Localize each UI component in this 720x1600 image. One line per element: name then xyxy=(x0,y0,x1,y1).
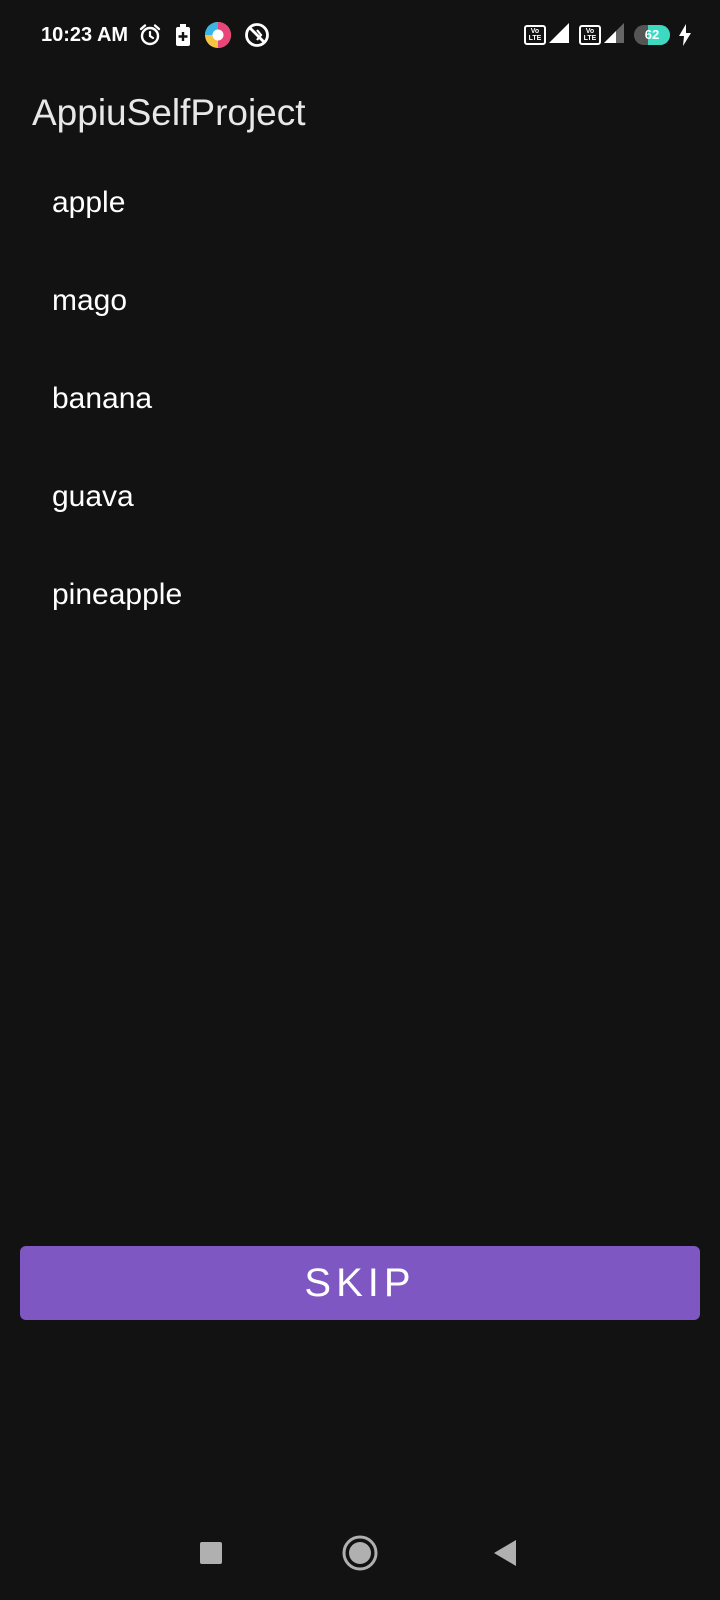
status-time: 10:23 AM xyxy=(41,23,129,46)
fruit-list: apple mago banana guava pineapple xyxy=(0,154,720,644)
recents-button[interactable] xyxy=(181,1510,241,1600)
app-bar: AppiuSelfProject xyxy=(32,83,306,143)
back-button[interactable] xyxy=(475,1510,535,1600)
list-item-apple[interactable]: apple xyxy=(0,154,720,252)
battery-saver-icon xyxy=(174,23,192,47)
volte-icon-sim2: Vo LTE xyxy=(579,25,601,45)
list-item-pineapple[interactable]: pineapple xyxy=(0,546,720,644)
app-notification-icon xyxy=(204,21,232,49)
volte-icon-sim1: Vo LTE xyxy=(524,25,546,45)
navigation-bar xyxy=(0,1510,720,1600)
battery-level: 62 xyxy=(644,27,660,42)
list-item-banana[interactable]: banana xyxy=(0,350,720,448)
vpn-blocked-icon xyxy=(244,22,270,48)
app-title: AppiuSelfProject xyxy=(32,92,306,133)
home-button[interactable] xyxy=(330,1510,390,1600)
status-left: 10:23 AM xyxy=(41,20,282,50)
list-item-mago[interactable]: mago xyxy=(0,252,720,350)
status-right: Vo LTE Vo LTE 62 xyxy=(524,20,692,50)
signal-icon-sim2 xyxy=(604,22,624,48)
battery-indicator: 62 xyxy=(634,25,670,45)
back-icon xyxy=(492,1539,518,1572)
skip-button[interactable]: SKIP xyxy=(20,1246,700,1320)
status-bar: 10:23 AM Vo LTE Vo LTE 62 xyxy=(0,0,720,70)
signal-icon-sim1 xyxy=(549,22,569,48)
home-icon xyxy=(341,1534,379,1577)
alarm-icon xyxy=(138,23,162,47)
charging-icon xyxy=(678,24,692,46)
recents-icon xyxy=(199,1541,223,1570)
list-item-guava[interactable]: guava xyxy=(0,448,720,546)
